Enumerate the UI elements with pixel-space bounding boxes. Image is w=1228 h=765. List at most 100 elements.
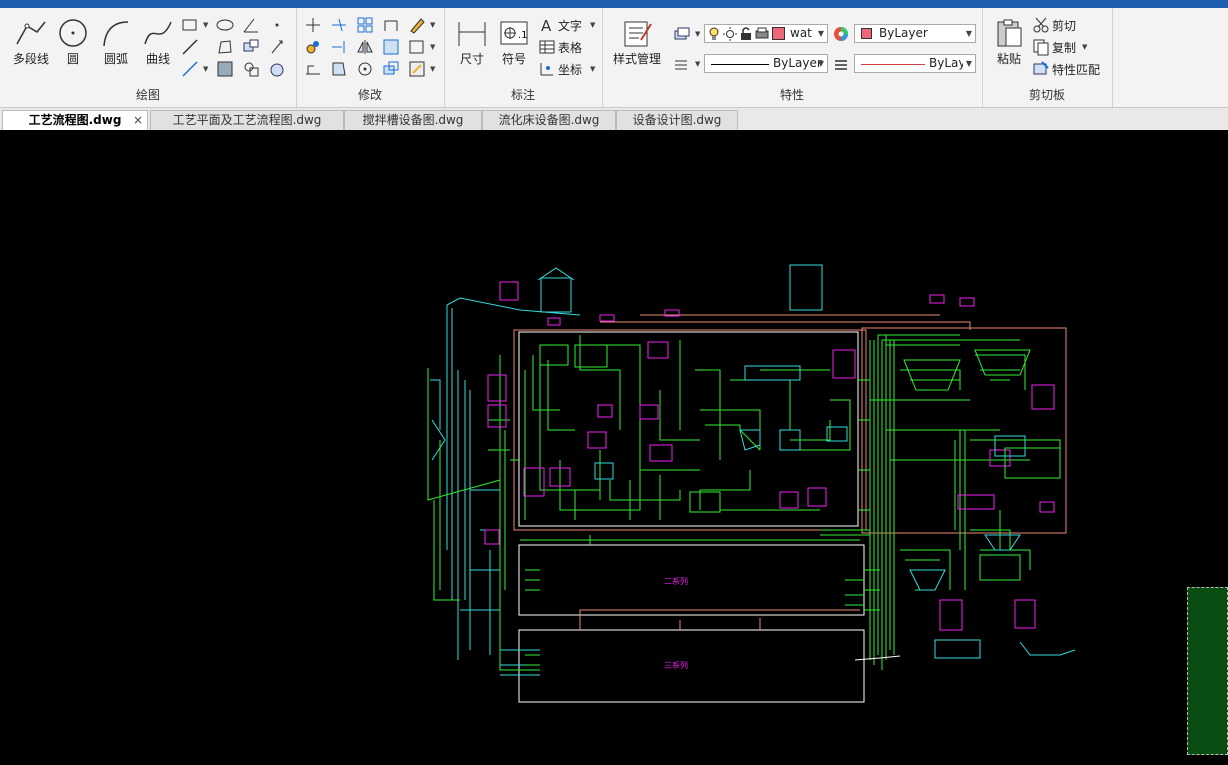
paste-icon	[997, 19, 1022, 47]
revision-cloud-icon[interactable]	[268, 60, 286, 78]
symbol-label: 符号	[501, 52, 526, 66]
tab-fluidized-bed[interactable]: 流化床设备图.dwg	[482, 110, 616, 130]
ellipse-icon[interactable]	[216, 16, 234, 34]
polyline-icon	[16, 21, 46, 45]
text-icon[interactable]: A	[538, 16, 556, 34]
chevron-down-icon: ▼	[965, 59, 972, 68]
style-manager-icon	[624, 21, 652, 47]
lineweight-list-icon[interactable]	[672, 55, 690, 73]
process-flow-drawing[interactable]: 二系列 三系列	[0, 130, 1228, 765]
array-icon[interactable]	[356, 16, 374, 34]
point-icon[interactable]	[268, 16, 286, 34]
line-icon[interactable]	[181, 38, 199, 56]
lineweight-select[interactable]: ByLayer ▼	[854, 54, 976, 73]
hatch-icon[interactable]	[216, 60, 234, 78]
paste-button[interactable]: 粘贴	[990, 18, 1028, 67]
arc-label: 圆弧	[103, 52, 128, 66]
lock-icon	[741, 27, 751, 40]
explode-icon[interactable]	[382, 60, 400, 78]
tab-label: 设备设计图.dwg	[632, 113, 722, 127]
coordinate-icon[interactable]	[538, 60, 556, 78]
curve-button[interactable]: 曲线	[138, 18, 178, 67]
stretch-icon[interactable]	[304, 60, 322, 78]
properties-group-label: 特性	[779, 88, 804, 102]
angle-icon[interactable]	[242, 16, 260, 34]
match-properties-label[interactable]: 特性匹配	[1052, 61, 1100, 78]
lineweight-value: ByLayer	[929, 56, 963, 70]
clipboard-group: 粘贴 剪切 复制 ▼ 特性匹配 剪切板	[982, 8, 1113, 107]
properties-edit-icon[interactable]	[408, 60, 426, 78]
cut-label[interactable]: 剪切	[1052, 17, 1076, 34]
copy-icon[interactable]	[1032, 38, 1050, 56]
layer-manager-icon[interactable]	[672, 25, 690, 43]
arc-button[interactable]: 圆弧	[96, 18, 136, 67]
fillet-icon[interactable]	[382, 16, 400, 34]
tab-label: 搅拌槽设备图.dwg	[362, 113, 464, 127]
tab-equipment-design[interactable]: 设备设计图.dwg	[616, 110, 738, 130]
tab-process-plan[interactable]: 工艺平面及工艺流程图.dwg	[150, 110, 344, 130]
lineweight-line	[861, 64, 925, 65]
color-swatch	[861, 28, 872, 39]
annotate-group: 尺寸 .1 符号 A 文字 ▼ 表格 坐标 ▼ 标注	[444, 8, 603, 107]
properties-group: 样式管理 ▼ wat ▼ ByLayer ▼ ▼ ByLayer ▼ ByLay…	[602, 8, 983, 107]
linetype-select[interactable]: ByLayer ▼	[704, 54, 828, 73]
drawing-canvas[interactable]: 二系列 三系列	[0, 130, 1228, 765]
selection-rectangle	[1187, 587, 1228, 755]
coordinate-label[interactable]: 坐标	[558, 61, 582, 78]
sun-icon	[723, 27, 737, 41]
tab-agitator[interactable]: 搅拌槽设备图.dwg	[344, 110, 482, 130]
block-icon[interactable]	[242, 38, 260, 56]
extend-icon[interactable]	[330, 38, 348, 56]
draw-group: 多段线 圆 圆弧 曲线 ▼ ▼ 绘图	[0, 8, 297, 107]
boundary-icon[interactable]	[242, 60, 260, 78]
region-icon[interactable]	[216, 38, 234, 56]
dimension-button[interactable]: 尺寸	[454, 18, 490, 67]
text-label[interactable]: 文字	[558, 17, 582, 34]
trim-icon[interactable]	[330, 16, 348, 34]
curve-label: 曲线	[145, 52, 170, 66]
style-manager-button[interactable]: 样式管理	[606, 18, 668, 67]
series-2-label: 二系列	[664, 576, 688, 586]
close-icon[interactable]: ×	[133, 111, 143, 129]
color-value: ByLayer	[879, 26, 928, 40]
color-select[interactable]: ByLayer ▼	[854, 24, 976, 43]
curve-icon	[144, 21, 172, 45]
construction-line-icon[interactable]	[181, 60, 199, 78]
style-manager-label: 样式管理	[612, 52, 661, 66]
polyline-label: 多段线	[12, 52, 49, 66]
pencil-icon[interactable]	[408, 16, 426, 34]
scale-icon[interactable]	[330, 60, 348, 78]
rectangle-icon[interactable]	[181, 16, 199, 34]
rect-select-icon[interactable]	[408, 38, 426, 56]
copy-label[interactable]: 复制	[1052, 39, 1076, 56]
scissors-icon[interactable]	[1032, 16, 1050, 34]
paste-label: 粘贴	[996, 52, 1021, 66]
circle-label: 圆	[66, 52, 79, 66]
table-label[interactable]: 表格	[558, 39, 582, 56]
bulb-icon	[709, 27, 719, 40]
move-icon[interactable]	[304, 16, 322, 34]
clipboard-group-label: 剪切板	[1028, 88, 1065, 102]
modify-group: ▼ ▼ ▼ 修改	[296, 8, 445, 107]
lineweight-icon[interactable]	[832, 55, 850, 73]
copy-objects-icon[interactable]	[304, 38, 322, 56]
circle-button[interactable]: 圆	[56, 18, 90, 67]
match-properties-icon[interactable]	[1032, 60, 1050, 78]
offset-icon[interactable]	[382, 38, 400, 56]
color-wheel-icon[interactable]	[832, 25, 850, 43]
layer-select[interactable]: wat ▼	[704, 24, 828, 43]
symbol-button[interactable]: .1 符号	[496, 18, 532, 67]
tab-process-flow[interactable]: 工艺流程图.dwg ×	[2, 110, 148, 130]
symbol-icon: .1	[500, 21, 528, 45]
dimension-label: 尺寸	[459, 52, 484, 66]
menu-bar	[0, 0, 1228, 8]
dimension-icon	[458, 22, 486, 46]
svg-text:.1: .1	[518, 30, 528, 41]
linetype-line	[711, 64, 769, 65]
pointer-icon[interactable]	[268, 38, 286, 56]
rotate-icon[interactable]	[356, 60, 374, 78]
mirror-icon[interactable]	[356, 38, 374, 56]
circle-icon	[59, 19, 87, 47]
table-icon[interactable]	[538, 38, 556, 56]
polyline-button[interactable]: 多段线	[6, 18, 56, 67]
